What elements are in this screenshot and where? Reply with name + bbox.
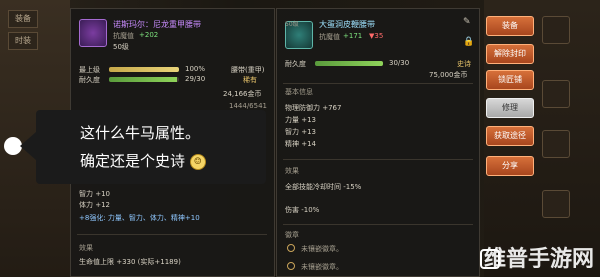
effect-title: 效果 [79, 244, 93, 252]
seal-slot-2: 未镶嵌徽章。 [301, 263, 343, 271]
item-price: 75,000金币 [429, 71, 468, 79]
equip-slot[interactable] [542, 80, 570, 108]
equip-slot[interactable] [542, 190, 570, 218]
char-tab-equip[interactable]: 装备 [8, 10, 38, 28]
item-price: 24,166金币 [223, 90, 262, 98]
effect-cooldown: 全部技能冷却时间 -15% [285, 183, 362, 191]
divider [77, 234, 267, 235]
edit-icon[interactable]: ✎ [463, 17, 471, 27]
equip-slot[interactable] [542, 130, 570, 158]
lock-icon[interactable]: 🔒 [463, 37, 474, 47]
resist-delta: ▼35 [369, 32, 384, 40]
stat-str: 力量 +13 [285, 116, 316, 124]
stat-vit: 体力 +12 [79, 201, 110, 209]
stat-int: 智力 +10 [79, 190, 110, 198]
rarity: 稀有 [243, 76, 257, 84]
durability-bar [109, 77, 179, 82]
comment-line-2-text: 确定还是个史诗 [80, 152, 186, 170]
resist-value: +171 [343, 32, 363, 40]
comment-bubble: 这什么牛马属性。 确定还是个史诗 ☺ [20, 110, 266, 184]
durability-label: 耐久度 [285, 60, 306, 68]
repair-button[interactable]: 修理 [486, 98, 534, 118]
item-type: 腰带(重甲) [231, 66, 265, 74]
resist-label: 抗魔值 [113, 32, 134, 40]
durability-bar [315, 61, 383, 66]
item-name: 诺斯玛尔：尼龙重甲腰带 [113, 20, 201, 29]
locksmith-button[interactable]: 锁匠铺 [486, 70, 534, 90]
stat-spi: 精神 +14 [285, 140, 316, 148]
comment-line-1: 这什么牛马属性。 [80, 124, 201, 142]
equip-button[interactable]: 装备 [486, 16, 534, 36]
durability-label: 耐久度 [79, 76, 100, 84]
seal-slot-icon [287, 262, 295, 270]
basic-info-title: 基本信息 [285, 88, 313, 96]
seal-title: 徽章 [285, 231, 299, 239]
seal-slot-1: 未镶嵌徽章。 [301, 245, 343, 253]
equip-slot[interactable] [542, 16, 570, 44]
divider [283, 83, 473, 84]
item-level: 50级 [113, 43, 129, 51]
grade-bar [109, 67, 179, 72]
char-tab-avatar[interactable]: 时装 [8, 32, 38, 50]
effect-damage: 伤害 -10% [285, 206, 320, 214]
share-button[interactable]: 分享 [486, 156, 534, 176]
comment-line-2: 确定还是个史诗 ☺ [80, 150, 206, 171]
seal-slot-icon [287, 244, 295, 252]
belt-icon [79, 19, 107, 47]
stat-pdef: 物理防御力 +767 [285, 104, 342, 112]
durability-value: 30/30 [389, 59, 410, 67]
resist-value: +202 [139, 31, 159, 39]
rarity: 史诗 [457, 60, 471, 68]
divider [283, 224, 473, 225]
grade-label: 最上级 [79, 66, 100, 74]
item-weight: 1444/6541 [229, 102, 267, 110]
watermark: 维普手游网 [483, 247, 594, 272]
divider [283, 159, 473, 160]
obtain-route-button[interactable]: 获取途径 [486, 126, 534, 146]
item-level: 50级 [285, 21, 299, 28]
effect-text: 生命值上限 +330 (实际+1189) [79, 258, 181, 266]
unseal-button[interactable]: 解除封印 [486, 44, 534, 64]
resist-label: 抗魔值 [319, 33, 340, 41]
selected-item-panel: 50级 大蛋洞皮鞭腰带 抗魔值 +171 ▼35 ✎ 🔒 耐久度 30/30 史… [276, 8, 480, 277]
smile-emoji-icon: ☺ [189, 154, 206, 170]
durability-value: 29/30 [185, 75, 206, 83]
effect-title: 效果 [285, 167, 299, 175]
stat-int: 智力 +13 [285, 128, 316, 136]
enhance-bonus: +8强化: 力量、智力、体力、精神+10 [79, 214, 200, 222]
item-name: 大蛋洞皮鞭腰带 [319, 20, 375, 29]
grade-value: 100% [185, 65, 206, 73]
